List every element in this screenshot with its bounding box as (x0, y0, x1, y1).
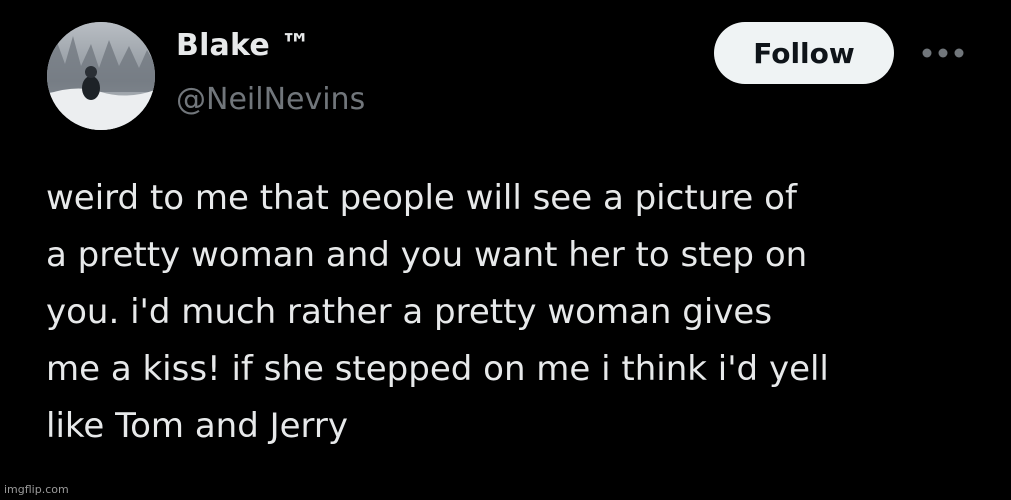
tweet-text-line: weird to me that people will see a pictu… (46, 178, 797, 218)
tweet-text-line: a pretty woman and you want her to step … (46, 235, 808, 275)
tweet-text-line: you. i'd much rather a pretty woman give… (46, 292, 773, 332)
more-horizontal-icon (922, 48, 964, 58)
tweet-card: Blake ™ @NeilNevins Follow weird to me t… (0, 0, 1011, 500)
user-handle[interactable]: @NeilNevins (176, 82, 365, 117)
avatar[interactable] (47, 22, 155, 130)
follow-button[interactable]: Follow (714, 22, 894, 84)
more-options-button[interactable] (920, 40, 966, 66)
display-name[interactable]: Blake ™ (176, 28, 311, 63)
tweet-text-line: me a kiss! if she stepped on me i think … (46, 349, 829, 389)
watermark: imgflip.com (4, 483, 69, 496)
tweet-text: weird to me that people will see a pictu… (46, 170, 986, 455)
avatar-image (47, 22, 155, 130)
tweet-text-line: like Tom and Jerry (46, 406, 349, 446)
